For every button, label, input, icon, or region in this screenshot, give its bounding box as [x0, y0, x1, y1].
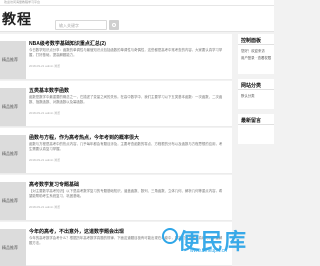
- widget-categories: 网站分类 默认分类: [238, 79, 274, 109]
- watermark-logo-icon: [162, 228, 178, 244]
- post-excerpt: 函数与方程是高考中的热点内容，几乎每年都会有题目涉及，主要考查函数的零点、方程根…: [29, 142, 223, 151]
- watermark-url: www.bmkupw.cn: [190, 248, 227, 254]
- post-card: 精品推荐 函数与方程，作为高考热点，今年考到的概率很大 函数与方程是高考中的热点…: [0, 128, 232, 174]
- post-card: 精品推荐 NBA级考数学基础知识重点汇总(2) 今日数学知识点分享：函数的单调性…: [0, 34, 232, 80]
- widget-divider: [238, 124, 274, 125]
- thumbnail-label: 精品推荐: [2, 151, 18, 156]
- thumbnail-label: 精品推荐: [2, 198, 18, 203]
- search-button[interactable]: [109, 20, 119, 30]
- post-title[interactable]: 五类基本数学函数: [29, 87, 69, 94]
- post-meta: 2018-09-21 admin 浏览: [29, 158, 61, 162]
- category-item[interactable]: 默认分类: [241, 93, 255, 98]
- post-title[interactable]: NBA级考数学基础知识重点汇总(2): [29, 40, 106, 47]
- post-meta: 2018-09-21 admin 浏览: [29, 64, 61, 68]
- thumbnail-label: 精品推荐: [2, 245, 18, 250]
- welcome-text: 您好！欢迎来访: [241, 49, 265, 53]
- post-excerpt: 今日数学知识点分享：函数的单调性与最值知识点包括函数的单调性与奇偶性，这些都是高…: [29, 48, 223, 57]
- top-bar-text: 欢迎访问海量教程学习平台: [4, 0, 41, 4]
- post-thumbnail[interactable]: 精品推荐: [0, 182, 26, 220]
- widget-title: 最新留言: [241, 118, 262, 124]
- post-meta: 2018-09-21 admin 浏览: [29, 111, 61, 115]
- post-card: 精品推荐 高考数学复习专题基础 【对主要数学高考知识】以下是高考数学复习的专题基…: [0, 175, 232, 221]
- thumbnail-label: 精品推荐: [2, 57, 18, 62]
- post-excerpt: 函数是数学中最重要的概念之一，它描述了变量之间的关系。在高中数学中，我们主要学习…: [29, 95, 223, 104]
- widget-divider: [238, 44, 274, 45]
- search-input[interactable]: 输入关键字: [55, 20, 107, 30]
- post-title[interactable]: 函数与方程，作为高考热点，今年考到的概率很大: [29, 134, 139, 141]
- post-thumbnail[interactable]: 精品推荐: [0, 41, 26, 79]
- widget-title: 控制面板: [241, 38, 262, 44]
- post-title[interactable]: 今年的高考，不出意外，这道数学题会出现: [29, 228, 124, 235]
- post-excerpt: 【对主要数学高考知识】以下是高考数学复习的专题基础知识，涵盖函数、数列、三角函数…: [29, 189, 223, 198]
- login-links[interactable]: 用户登录 · 查看权限: [241, 55, 271, 60]
- site-logo[interactable]: 教程: [2, 13, 32, 27]
- post-thumbnail[interactable]: 精品推荐: [0, 88, 26, 126]
- post-meta: 2018-09-21 admin 浏览: [29, 205, 61, 209]
- post-thumbnail[interactable]: 精品推荐: [0, 229, 26, 266]
- site-header: 教程 输入关键字: [0, 6, 274, 32]
- widget-control-panel: 控制面板 您好！欢迎来访 用户登录 · 查看权限: [238, 34, 274, 74]
- post-title[interactable]: 高考数学复习专题基础: [29, 181, 79, 188]
- widget-title: 网站分类: [241, 83, 262, 89]
- post-card: 精品推荐 五类基本数学函数 函数是数学中最重要的概念之一，它描述了变量之间的关系…: [0, 81, 232, 127]
- widget-divider: [238, 89, 274, 90]
- widget-latest-comments: 最新留言: [238, 114, 274, 144]
- thumbnail-label: 精品推荐: [2, 104, 18, 109]
- search-icon: [112, 23, 116, 27]
- post-thumbnail[interactable]: 精品推荐: [0, 135, 26, 173]
